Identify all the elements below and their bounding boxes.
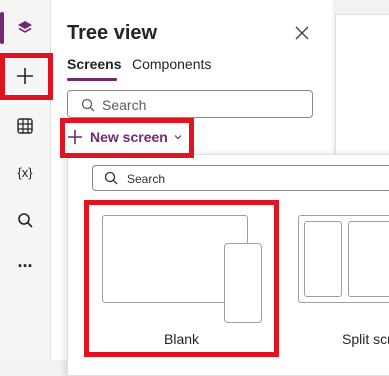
panel-title: Tree view [67,22,158,44]
rail-variables-button[interactable]: {x} [0,152,50,192]
plus-icon [68,130,82,144]
split-left-pane [304,221,342,297]
tree-search-input[interactable]: Search [67,90,313,118]
new-screen-label: New screen [90,129,168,145]
rail-data-button[interactable] [0,106,50,146]
search-icon [18,213,33,228]
rail-insert-button[interactable] [0,56,50,96]
layout-label-blank: Blank [164,331,200,347]
layers-icon [18,21,32,33]
tab-screens[interactable]: Screens [67,56,121,72]
new-screen-button[interactable]: New screen [67,126,183,148]
search-icon [81,98,95,112]
split-right-pane [348,221,389,297]
left-rail: {x} ··· [0,0,50,360]
variables-icon: {x} [17,164,33,180]
grid-icon [17,118,33,134]
search-icon [104,171,118,185]
search-placeholder: Search [102,97,147,113]
layout-label-split-screen: Split scr [342,331,389,347]
more-icon: ··· [17,255,34,276]
chevron-down-icon [174,135,182,140]
blank-phone-thumbnail [224,243,262,323]
rail-layers-button[interactable] [0,8,50,48]
layout-search-placeholder: Search [127,172,166,186]
rail-more-button[interactable]: ··· [0,246,50,286]
layout-tile-blank[interactable]: Blank [90,207,270,357]
tab-active-indicator [67,78,117,81]
rail-search-button[interactable] [0,200,50,240]
new-screen-flyout: Search Blank Split scr [67,154,389,376]
plus-icon [17,68,33,84]
close-icon[interactable] [291,22,313,44]
layout-tile-split-screen[interactable]: Split scr [294,207,389,357]
tab-components[interactable]: Components [132,56,211,72]
layout-search-input[interactable]: Search [92,165,389,191]
